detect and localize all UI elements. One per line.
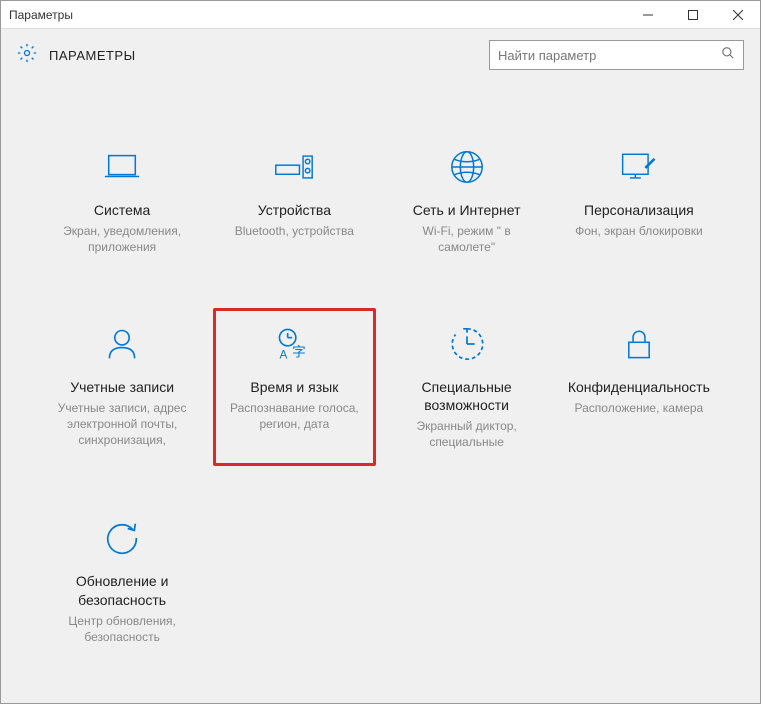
window-title: Параметры	[9, 8, 73, 22]
tile-desc: Bluetooth, устройства	[235, 223, 354, 239]
svg-text:A: A	[280, 347, 288, 361]
update-icon	[102, 518, 142, 558]
tile-network[interactable]: Сеть и Интернет Wi-Fi, режим " в самолет…	[386, 131, 548, 272]
minimize-button[interactable]	[625, 1, 670, 28]
tile-desc: Расположение, камера	[575, 400, 704, 416]
settings-grid: Система Экран, уведомления, приложения У…	[41, 131, 720, 661]
search-input[interactable]: Найти параметр	[489, 40, 744, 70]
tile-title: Персонализация	[584, 201, 694, 219]
tile-privacy[interactable]: Конфиденциальность Расположение, камера	[558, 308, 720, 467]
tile-desc: Учетные записи, адрес электронной почты,…	[49, 400, 195, 449]
tile-desc: Экранный диктор, специальные	[394, 418, 540, 450]
tile-system[interactable]: Система Экран, уведомления, приложения	[41, 131, 203, 272]
tile-title: Система	[94, 201, 150, 219]
content: Система Экран, уведомления, приложения У…	[1, 81, 760, 703]
lock-icon	[619, 324, 659, 364]
tile-devices[interactable]: Устройства Bluetooth, устройства	[213, 131, 375, 272]
tile-desc: Распознавание голоса, регион, дата	[221, 400, 367, 432]
globe-icon	[447, 147, 487, 187]
tile-title: Сеть и Интернет	[413, 201, 521, 219]
person-icon	[102, 324, 142, 364]
tile-title: Устройства	[258, 201, 331, 219]
tile-desc: Центр обновления, безопасность	[49, 613, 195, 645]
header: ПАРАМЕТРЫ Найти параметр	[1, 29, 760, 81]
search-icon	[721, 46, 735, 65]
tile-personalization[interactable]: Персонализация Фон, экран блокировки	[558, 131, 720, 272]
tile-title: Учетные записи	[70, 378, 174, 396]
devices-icon	[274, 147, 314, 187]
search-placeholder: Найти параметр	[498, 48, 596, 63]
tile-title: Конфиденциальность	[568, 378, 710, 396]
tile-accounts[interactable]: Учетные записи Учетные записи, адрес эле…	[41, 308, 203, 467]
tile-title: Специальные возможности	[394, 378, 540, 414]
close-button[interactable]	[715, 1, 760, 28]
tile-title: Обновление и безопасность	[49, 572, 195, 608]
svg-text:字: 字	[293, 344, 307, 359]
personalization-icon	[619, 147, 659, 187]
tile-ease-of-access[interactable]: Специальные возможности Экранный диктор,…	[386, 308, 548, 467]
tile-time-language[interactable]: A 字 Время и язык Распознавание голоса, р…	[213, 308, 375, 467]
gear-icon	[17, 43, 37, 68]
window-controls	[625, 1, 760, 28]
tile-desc: Фон, экран блокировки	[575, 223, 703, 239]
settings-window: Параметры ПАРАМЕТРЫ Найти парамет	[0, 0, 761, 704]
time-language-icon: A 字	[274, 324, 314, 364]
tile-desc: Wi-Fi, режим " в самолете"	[394, 223, 540, 255]
tile-update-security[interactable]: Обновление и безопасность Центр обновлен…	[41, 502, 203, 661]
header-left: ПАРАМЕТРЫ	[17, 43, 136, 68]
tile-title: Время и язык	[250, 378, 338, 396]
maximize-button[interactable]	[670, 1, 715, 28]
page-title: ПАРАМЕТРЫ	[49, 48, 136, 63]
titlebar: Параметры	[1, 1, 760, 29]
display-icon	[102, 147, 142, 187]
ease-icon	[447, 324, 487, 364]
tile-desc: Экран, уведомления, приложения	[49, 223, 195, 255]
